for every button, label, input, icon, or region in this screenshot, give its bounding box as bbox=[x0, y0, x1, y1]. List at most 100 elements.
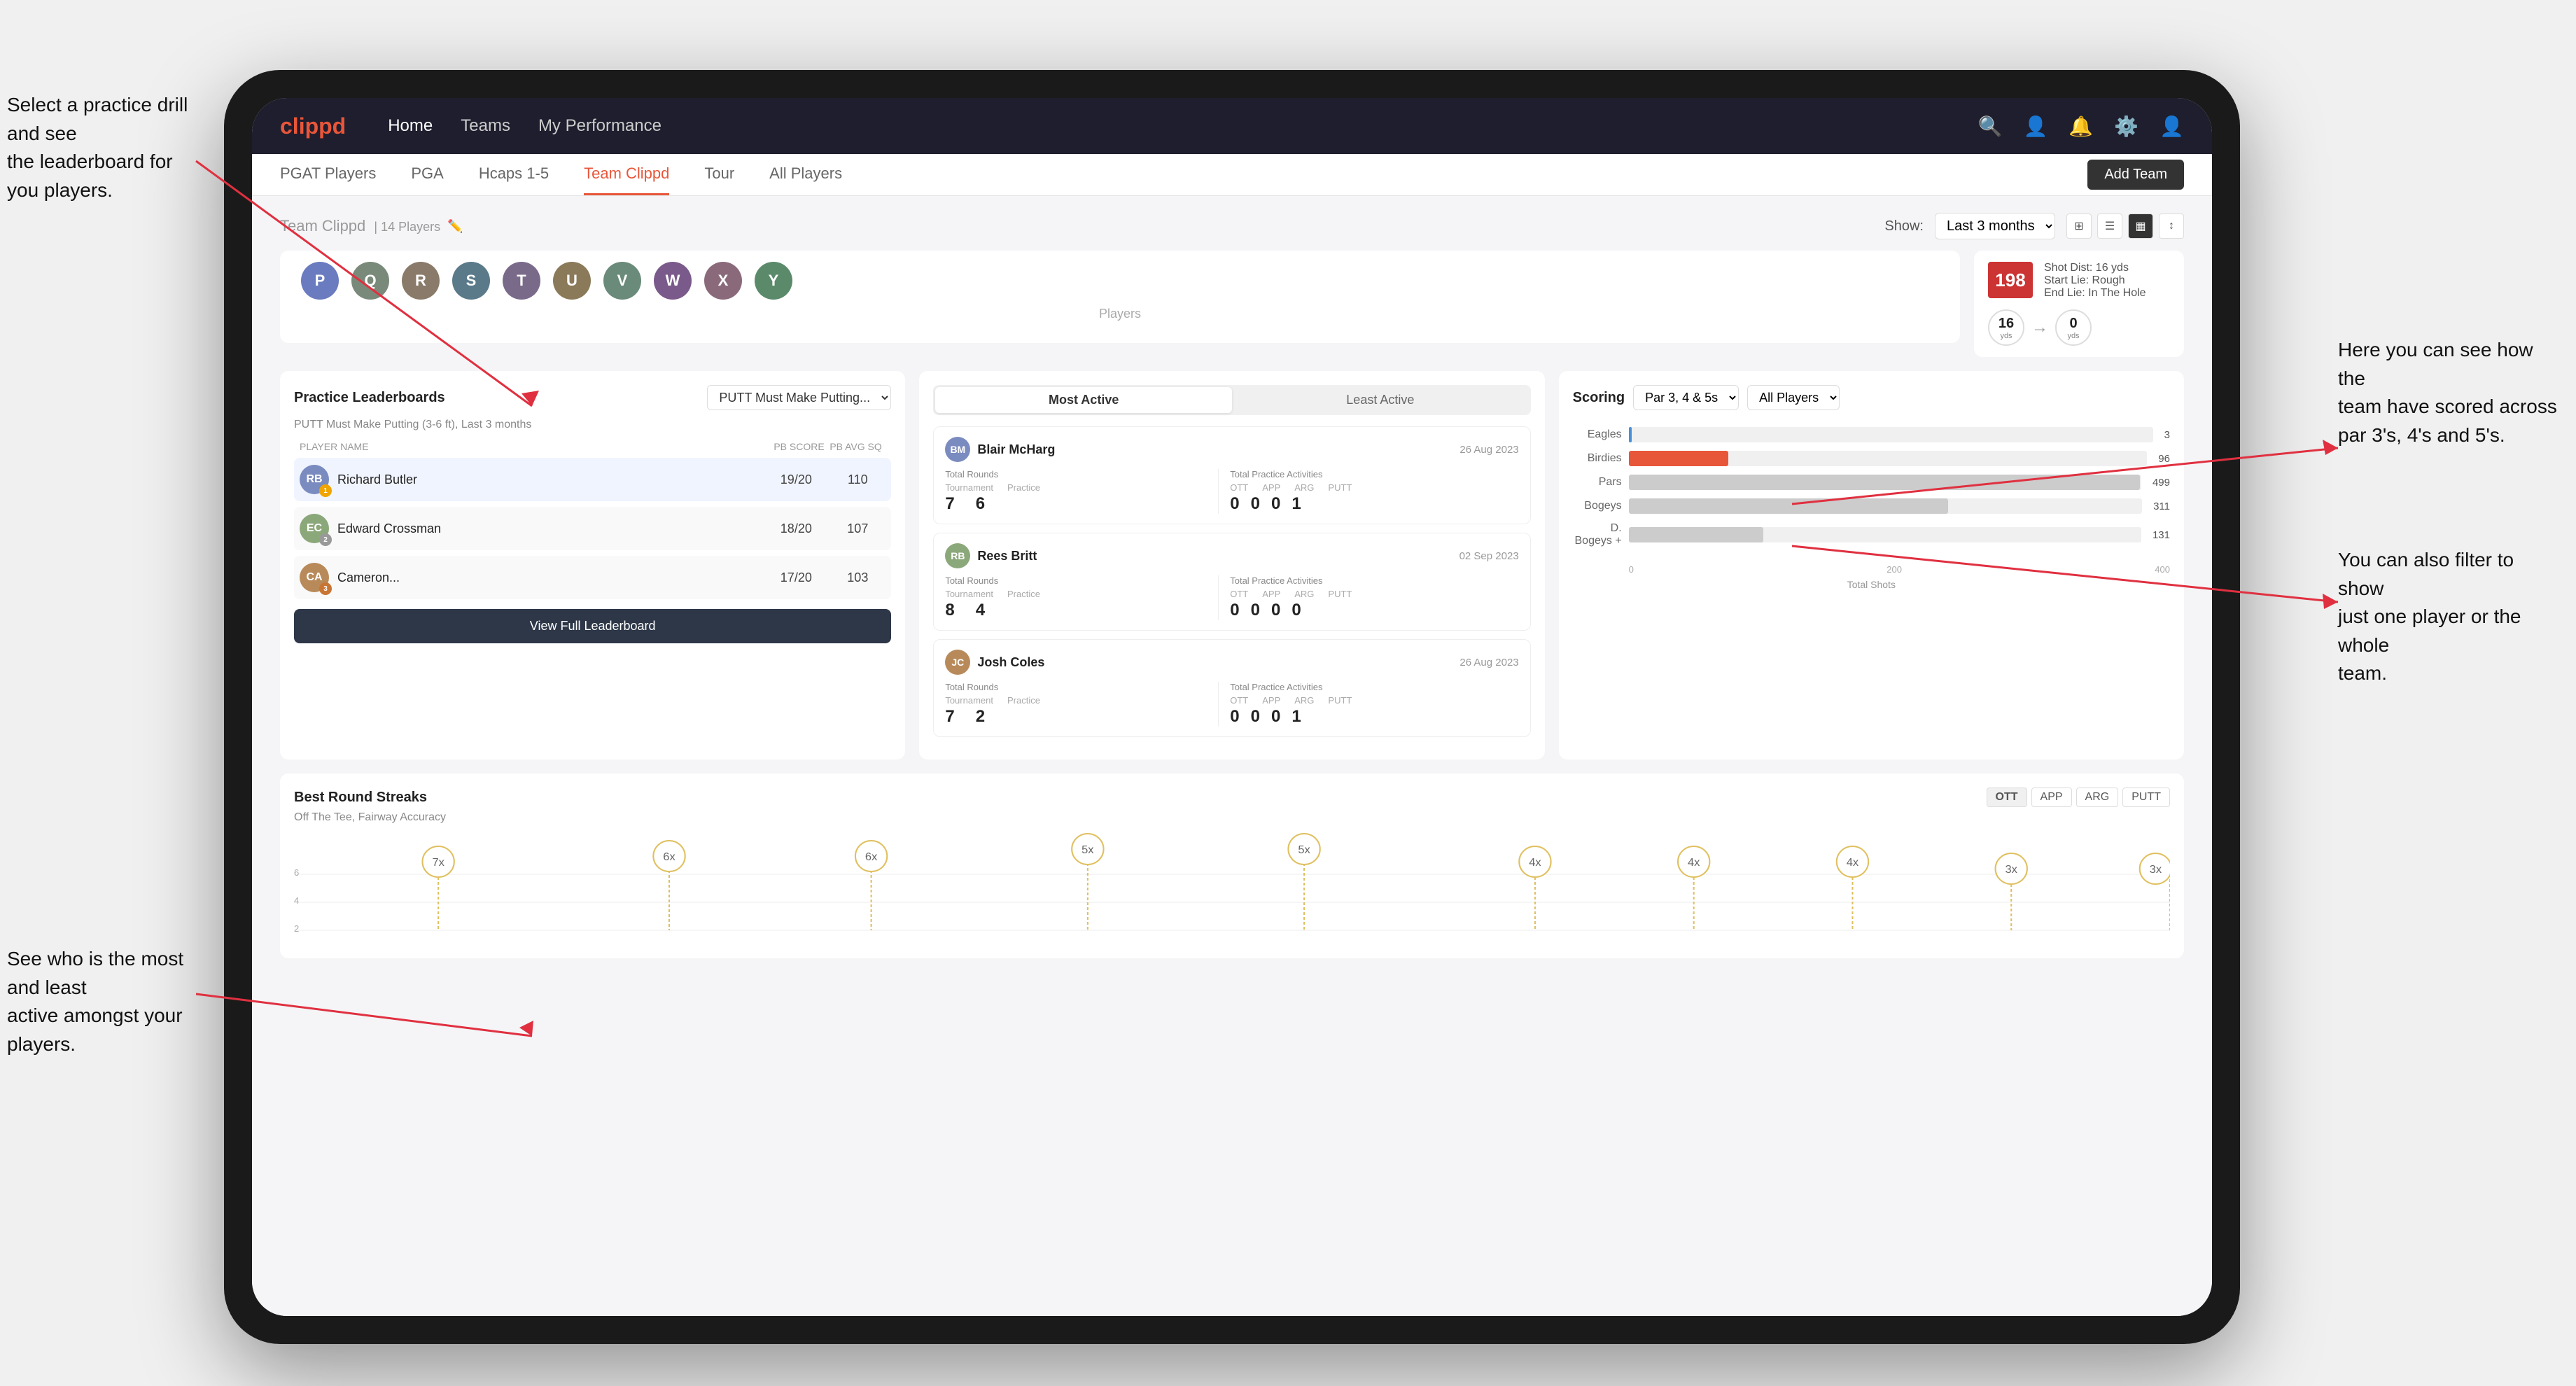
sub-nav: PGAT Players PGA Hcaps 1-5 Team Clippd T… bbox=[252, 154, 2212, 196]
annotation-right-bottom: You can also filter to showjust one play… bbox=[2338, 546, 2562, 688]
streak-filter-app[interactable]: APP bbox=[2031, 788, 2072, 807]
list-view-btn[interactable]: ☰ bbox=[2097, 214, 2122, 239]
bell-icon[interactable]: 🔔 bbox=[2068, 115, 2093, 138]
lb-avatar-1: RB 1 bbox=[300, 465, 329, 494]
annotation-bottom-left: See who is the most and leastactive amon… bbox=[7, 945, 203, 1058]
tab-most-active[interactable]: Most Active bbox=[935, 387, 1232, 413]
streak-filter-ott[interactable]: OTT bbox=[1987, 788, 2027, 807]
player-avatar-8[interactable]: W bbox=[654, 262, 692, 300]
player-avatar-3[interactable]: R bbox=[402, 262, 440, 300]
shot-dist-box: 198 bbox=[1988, 262, 2033, 298]
activity-player-2: RB Rees Britt 02 Sep 2023 Total Rounds T… bbox=[933, 533, 1530, 631]
drill-select[interactable]: PUTT Must Make Putting... bbox=[707, 385, 891, 410]
pa-stats-1: Total Rounds Tournament Practice 7 6 bbox=[945, 469, 1518, 514]
view-full-leaderboard-button[interactable]: View Full Leaderboard bbox=[294, 609, 891, 643]
bar-val-eagles: 3 bbox=[2164, 429, 2170, 441]
edit-icon[interactable]: ✏️ bbox=[447, 219, 463, 234]
top-nav: clippd Home Teams My Performance 🔍 👤 🔔 ⚙… bbox=[252, 98, 2212, 154]
player-avatar-6[interactable]: U bbox=[553, 262, 591, 300]
sort-btn[interactable]: ↕ bbox=[2159, 214, 2184, 239]
player-avatar-7[interactable]: V bbox=[603, 262, 641, 300]
settings-icon[interactable]: ⚙️ bbox=[2114, 115, 2138, 138]
show-filter: Show: Last 3 months ⊞ ☰ ▦ ↕ bbox=[1884, 213, 2184, 239]
bar-axis: 0 200 400 bbox=[1573, 564, 2170, 575]
nav-performance[interactable]: My Performance bbox=[538, 116, 662, 136]
annotation-right-bottom-text: You can also filter to showjust one play… bbox=[2338, 549, 2521, 684]
bar-label-dbogeys: D. Bogeys + bbox=[1573, 522, 1622, 547]
pa-rounds-1: Total Rounds Tournament Practice 7 6 bbox=[945, 469, 1207, 514]
lb-col-avg: PB Avg SQ bbox=[830, 441, 886, 452]
bar-val-dbogeys: 131 bbox=[2152, 529, 2170, 541]
nav-home[interactable]: Home bbox=[388, 116, 433, 136]
pa-date-3: 26 Aug 2023 bbox=[1460, 657, 1518, 668]
sub-nav-all[interactable]: All Players bbox=[769, 154, 842, 195]
bar-eagles: Eagles 3 bbox=[1573, 427, 2170, 442]
grid-view-btn[interactable]: ⊞ bbox=[2066, 214, 2092, 239]
lb-score-2: 18/20 bbox=[768, 522, 824, 536]
svg-text:7x: 7x bbox=[432, 856, 444, 869]
lb-name-1: Richard Butler bbox=[337, 472, 417, 487]
sub-nav-tour[interactable]: Tour bbox=[704, 154, 734, 195]
player-avatar-4[interactable]: S bbox=[452, 262, 490, 300]
annotation-top-left-text: Select a practice drill and seethe leade… bbox=[7, 94, 188, 201]
tab-least-active[interactable]: Least Active bbox=[1232, 387, 1529, 413]
add-team-button[interactable]: Add Team bbox=[2087, 160, 2184, 190]
divider-2 bbox=[1218, 575, 1219, 620]
nav-teams[interactable]: Teams bbox=[461, 116, 510, 136]
scoring-card: Scoring Par 3, 4 & 5s All Players Eagles bbox=[1559, 371, 2184, 760]
pa-player-info-3: JC Josh Coles bbox=[945, 650, 1044, 675]
sub-nav-team[interactable]: Team Clippd bbox=[584, 154, 669, 195]
player-avatar-5[interactable]: T bbox=[503, 262, 540, 300]
avatar-icon[interactable]: 👤 bbox=[2160, 115, 2184, 138]
par-filter-select[interactable]: Par 3, 4 & 5s bbox=[1633, 385, 1739, 410]
rank-badge-2: 2 bbox=[319, 533, 332, 546]
player-filter-select[interactable]: All Players bbox=[1747, 385, 1840, 410]
bar-val-pars: 499 bbox=[2152, 477, 2170, 489]
lb-avatar-3: CA 3 bbox=[300, 563, 329, 592]
shot-lie-start: Start Lie: Rough bbox=[2044, 274, 2146, 287]
search-icon[interactable]: 🔍 bbox=[1978, 115, 2003, 138]
sub-nav-pgat[interactable]: PGAT Players bbox=[280, 154, 376, 195]
streak-filter-putt[interactable]: PUTT bbox=[2122, 788, 2170, 807]
bar-dbogeys: D. Bogeys + 131 bbox=[1573, 522, 2170, 547]
show-select[interactable]: Last 3 months bbox=[1935, 213, 2055, 239]
bar-track-pars bbox=[1629, 475, 2141, 490]
lb-row-2[interactable]: EC 2 Edward Crossman 18/20 107 bbox=[294, 507, 891, 550]
y-axis-label-top: 6 bbox=[294, 867, 299, 878]
pa-avatar-1: BM bbox=[945, 437, 970, 462]
pa-rounds-3: Total Rounds Tournament Practice 7 2 bbox=[945, 682, 1207, 727]
shot-dist-line: Shot Dist: 16 yds bbox=[2044, 262, 2146, 274]
pa-date-1: 26 Aug 2023 bbox=[1460, 444, 1518, 456]
bar-fill-eagles bbox=[1629, 427, 1632, 442]
player-avatar-1[interactable]: P bbox=[301, 262, 339, 300]
player-avatar-10[interactable]: Y bbox=[755, 262, 792, 300]
svg-text:5x: 5x bbox=[1082, 844, 1093, 856]
annotation-right-top-text: Here you can see how theteam have scored… bbox=[2338, 339, 2557, 446]
bar-fill-dbogeys bbox=[1629, 527, 1763, 542]
bar-bogeys: Bogeys 311 bbox=[1573, 498, 2170, 514]
bar-fill-pars bbox=[1629, 475, 2141, 490]
player-avatar-9[interactable]: X bbox=[704, 262, 742, 300]
pa-stats-3: Total Rounds Tournament Practice 7 2 bbox=[945, 682, 1518, 727]
bar-track-bogeys bbox=[1629, 498, 2142, 514]
lb-row-1[interactable]: RB 1 Richard Butler 19/20 110 bbox=[294, 458, 891, 501]
streak-header: Best Round Streaks OTT APP ARG PUTT bbox=[294, 788, 2170, 807]
players-row: P Q R S T U V W X Y Players bbox=[280, 251, 2184, 357]
card-view-btn[interactable]: ▦ bbox=[2128, 214, 2153, 239]
lb-score-1: 19/20 bbox=[768, 472, 824, 487]
svg-text:6x: 6x bbox=[663, 850, 675, 863]
bar-chart: Eagles 3 Birdies 96 bbox=[1573, 421, 2170, 561]
streak-chart-svg: 7x 6x 6x 5x 5x 4x 4x bbox=[294, 832, 2170, 944]
sub-nav-hcaps[interactable]: Hcaps 1-5 bbox=[479, 154, 549, 195]
arrow-right-icon: → bbox=[2031, 318, 2048, 337]
bar-val-birdies: 96 bbox=[2158, 453, 2170, 465]
streak-filter-arg[interactable]: ARG bbox=[2076, 788, 2119, 807]
sub-nav-pga[interactable]: PGA bbox=[411, 154, 443, 195]
person-icon[interactable]: 👤 bbox=[2024, 115, 2048, 138]
svg-text:3x: 3x bbox=[2150, 863, 2162, 876]
player-avatar-2[interactable]: Q bbox=[351, 262, 389, 300]
lb-row-3[interactable]: CA 3 Cameron... 17/20 103 bbox=[294, 556, 891, 599]
shot-circles: 16 yds → 0 yds bbox=[1988, 309, 2170, 346]
streak-title: Best Round Streaks bbox=[294, 790, 427, 806]
pa-header-3: JC Josh Coles 26 Aug 2023 bbox=[945, 650, 1518, 675]
